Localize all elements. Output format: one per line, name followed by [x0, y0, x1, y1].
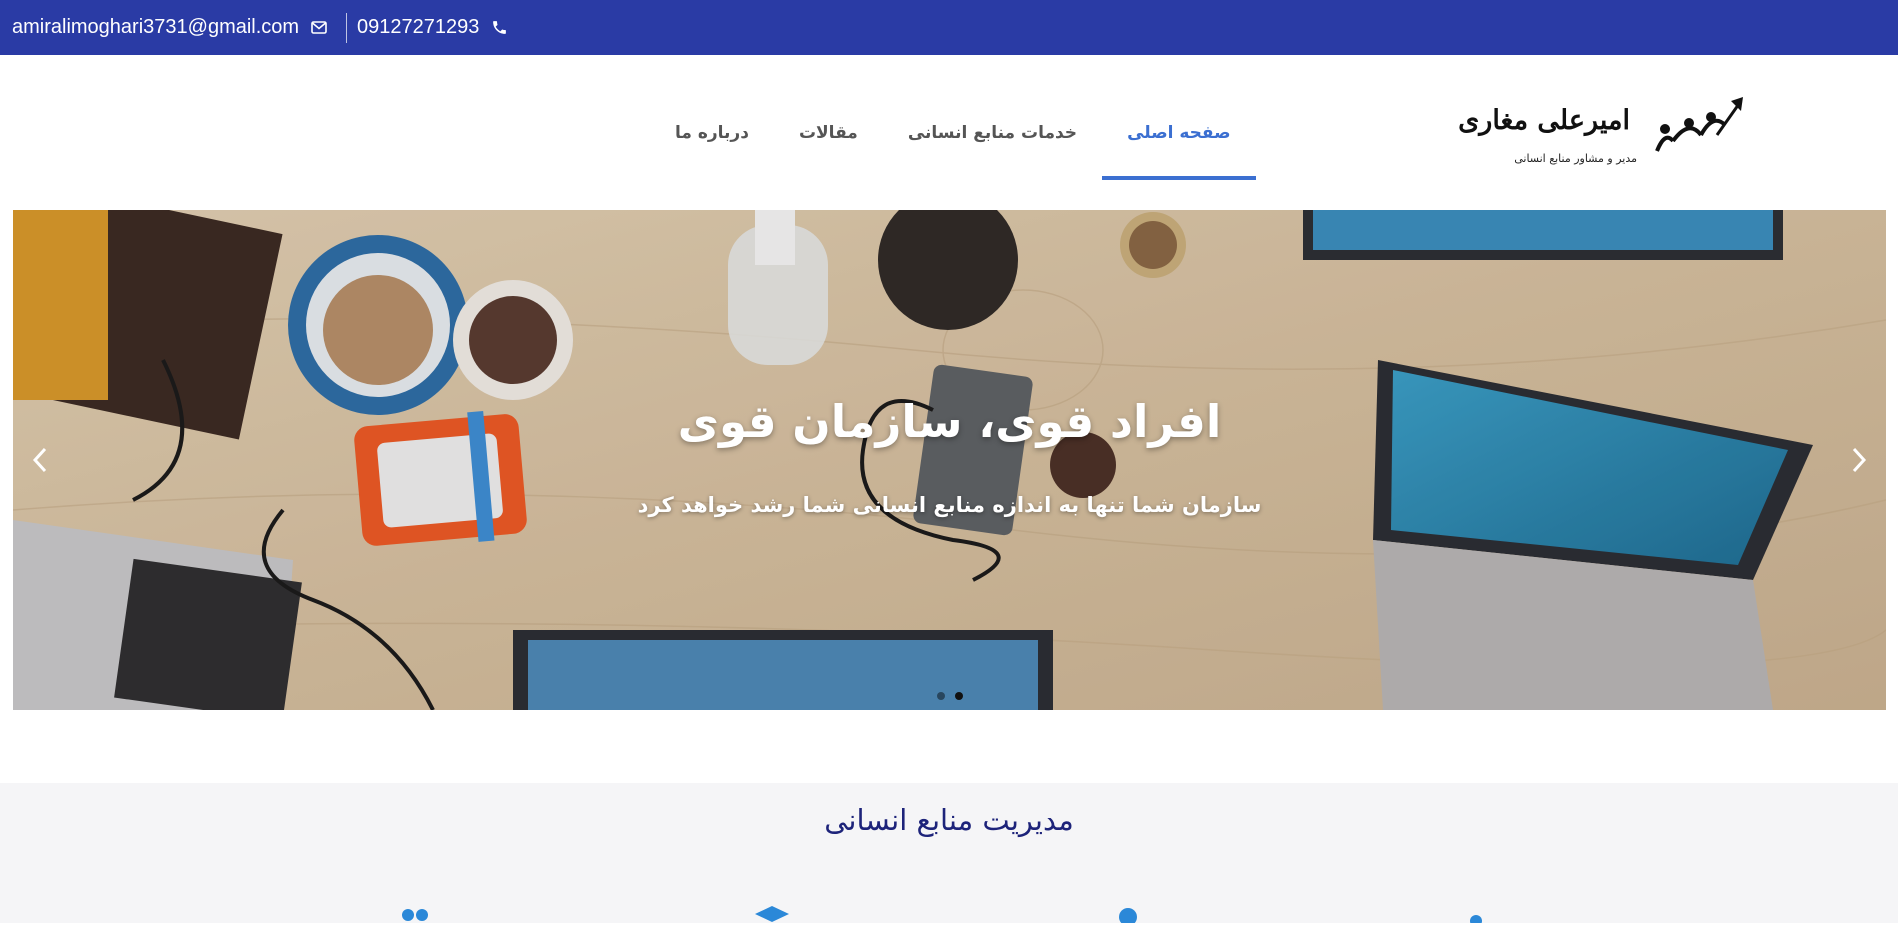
slider-dot[interactable]: [936, 692, 945, 700]
main-nav: صفحه اصلی خدمات منابع انسانی مقالات دربا…: [650, 55, 1256, 210]
slider-dots: [13, 692, 1886, 700]
nav-item-label: درباره ما: [675, 122, 749, 143]
phone-text[interactable]: 09127271293: [357, 16, 479, 39]
nav-item-label: صفحه اصلی: [1127, 122, 1231, 143]
logo-name: امیرعلی مغاری: [1458, 105, 1630, 136]
phone-contact[interactable]: 09127271293: [357, 0, 508, 55]
slider-dot-active[interactable]: [954, 692, 963, 700]
graduation-cap-icon: [755, 906, 789, 922]
group-icon: [402, 909, 428, 921]
section-heading: مدیریت منابع انسانی: [824, 803, 1074, 837]
email-contact[interactable]: amiralimoghari3731@gmail.com: [12, 0, 327, 55]
envelope-icon: [311, 21, 327, 34]
email-text[interactable]: amiralimoghari3731@gmail.com: [12, 16, 299, 39]
hero-title: افراد قوی، سازمان قوی: [677, 395, 1222, 448]
nav-item-label: خدمات منابع انسانی: [907, 122, 1078, 143]
hr-management-section: مدیریت منابع انسانی: [0, 783, 1898, 923]
nav-item-label: مقالات: [798, 122, 858, 143]
nav-item-about[interactable]: درباره ما: [650, 85, 774, 180]
logo-people-arrow-icon: [1655, 97, 1743, 152]
hero-slider: افراد قوی، سازمان قوی سازمان شما تنها به…: [13, 210, 1886, 710]
slider-next-button[interactable]: [1844, 438, 1874, 482]
logo-tagline: مدیر و مشاور منابع انسانی: [1514, 152, 1637, 165]
nav-item-articles[interactable]: مقالات: [774, 85, 883, 180]
contact-divider: [346, 13, 347, 43]
chevron-right-icon: [1852, 447, 1867, 473]
slider-prev-button[interactable]: [25, 438, 55, 482]
hero-subtitle: سازمان شما تنها به اندازه منابع انسانی ش…: [637, 493, 1262, 517]
phone-icon: [491, 19, 508, 36]
chevron-left-icon: [32, 447, 47, 473]
top-contact-bar: amiralimoghari3731@gmail.com 09127271293: [0, 0, 1898, 55]
nav-item-home[interactable]: صفحه اصلی: [1102, 85, 1256, 180]
nav-item-hr-services[interactable]: خدمات منابع انسانی: [883, 85, 1102, 180]
site-header: صفحه اصلی خدمات منابع انسانی مقالات دربا…: [0, 55, 1898, 210]
site-logo[interactable]: امیرعلی مغاری مدیر و مشاور منابع انسانی: [1458, 95, 1743, 175]
person-icon: [1119, 908, 1137, 923]
person-icon: [1470, 915, 1482, 923]
hero-overlay: [13, 210, 1886, 710]
